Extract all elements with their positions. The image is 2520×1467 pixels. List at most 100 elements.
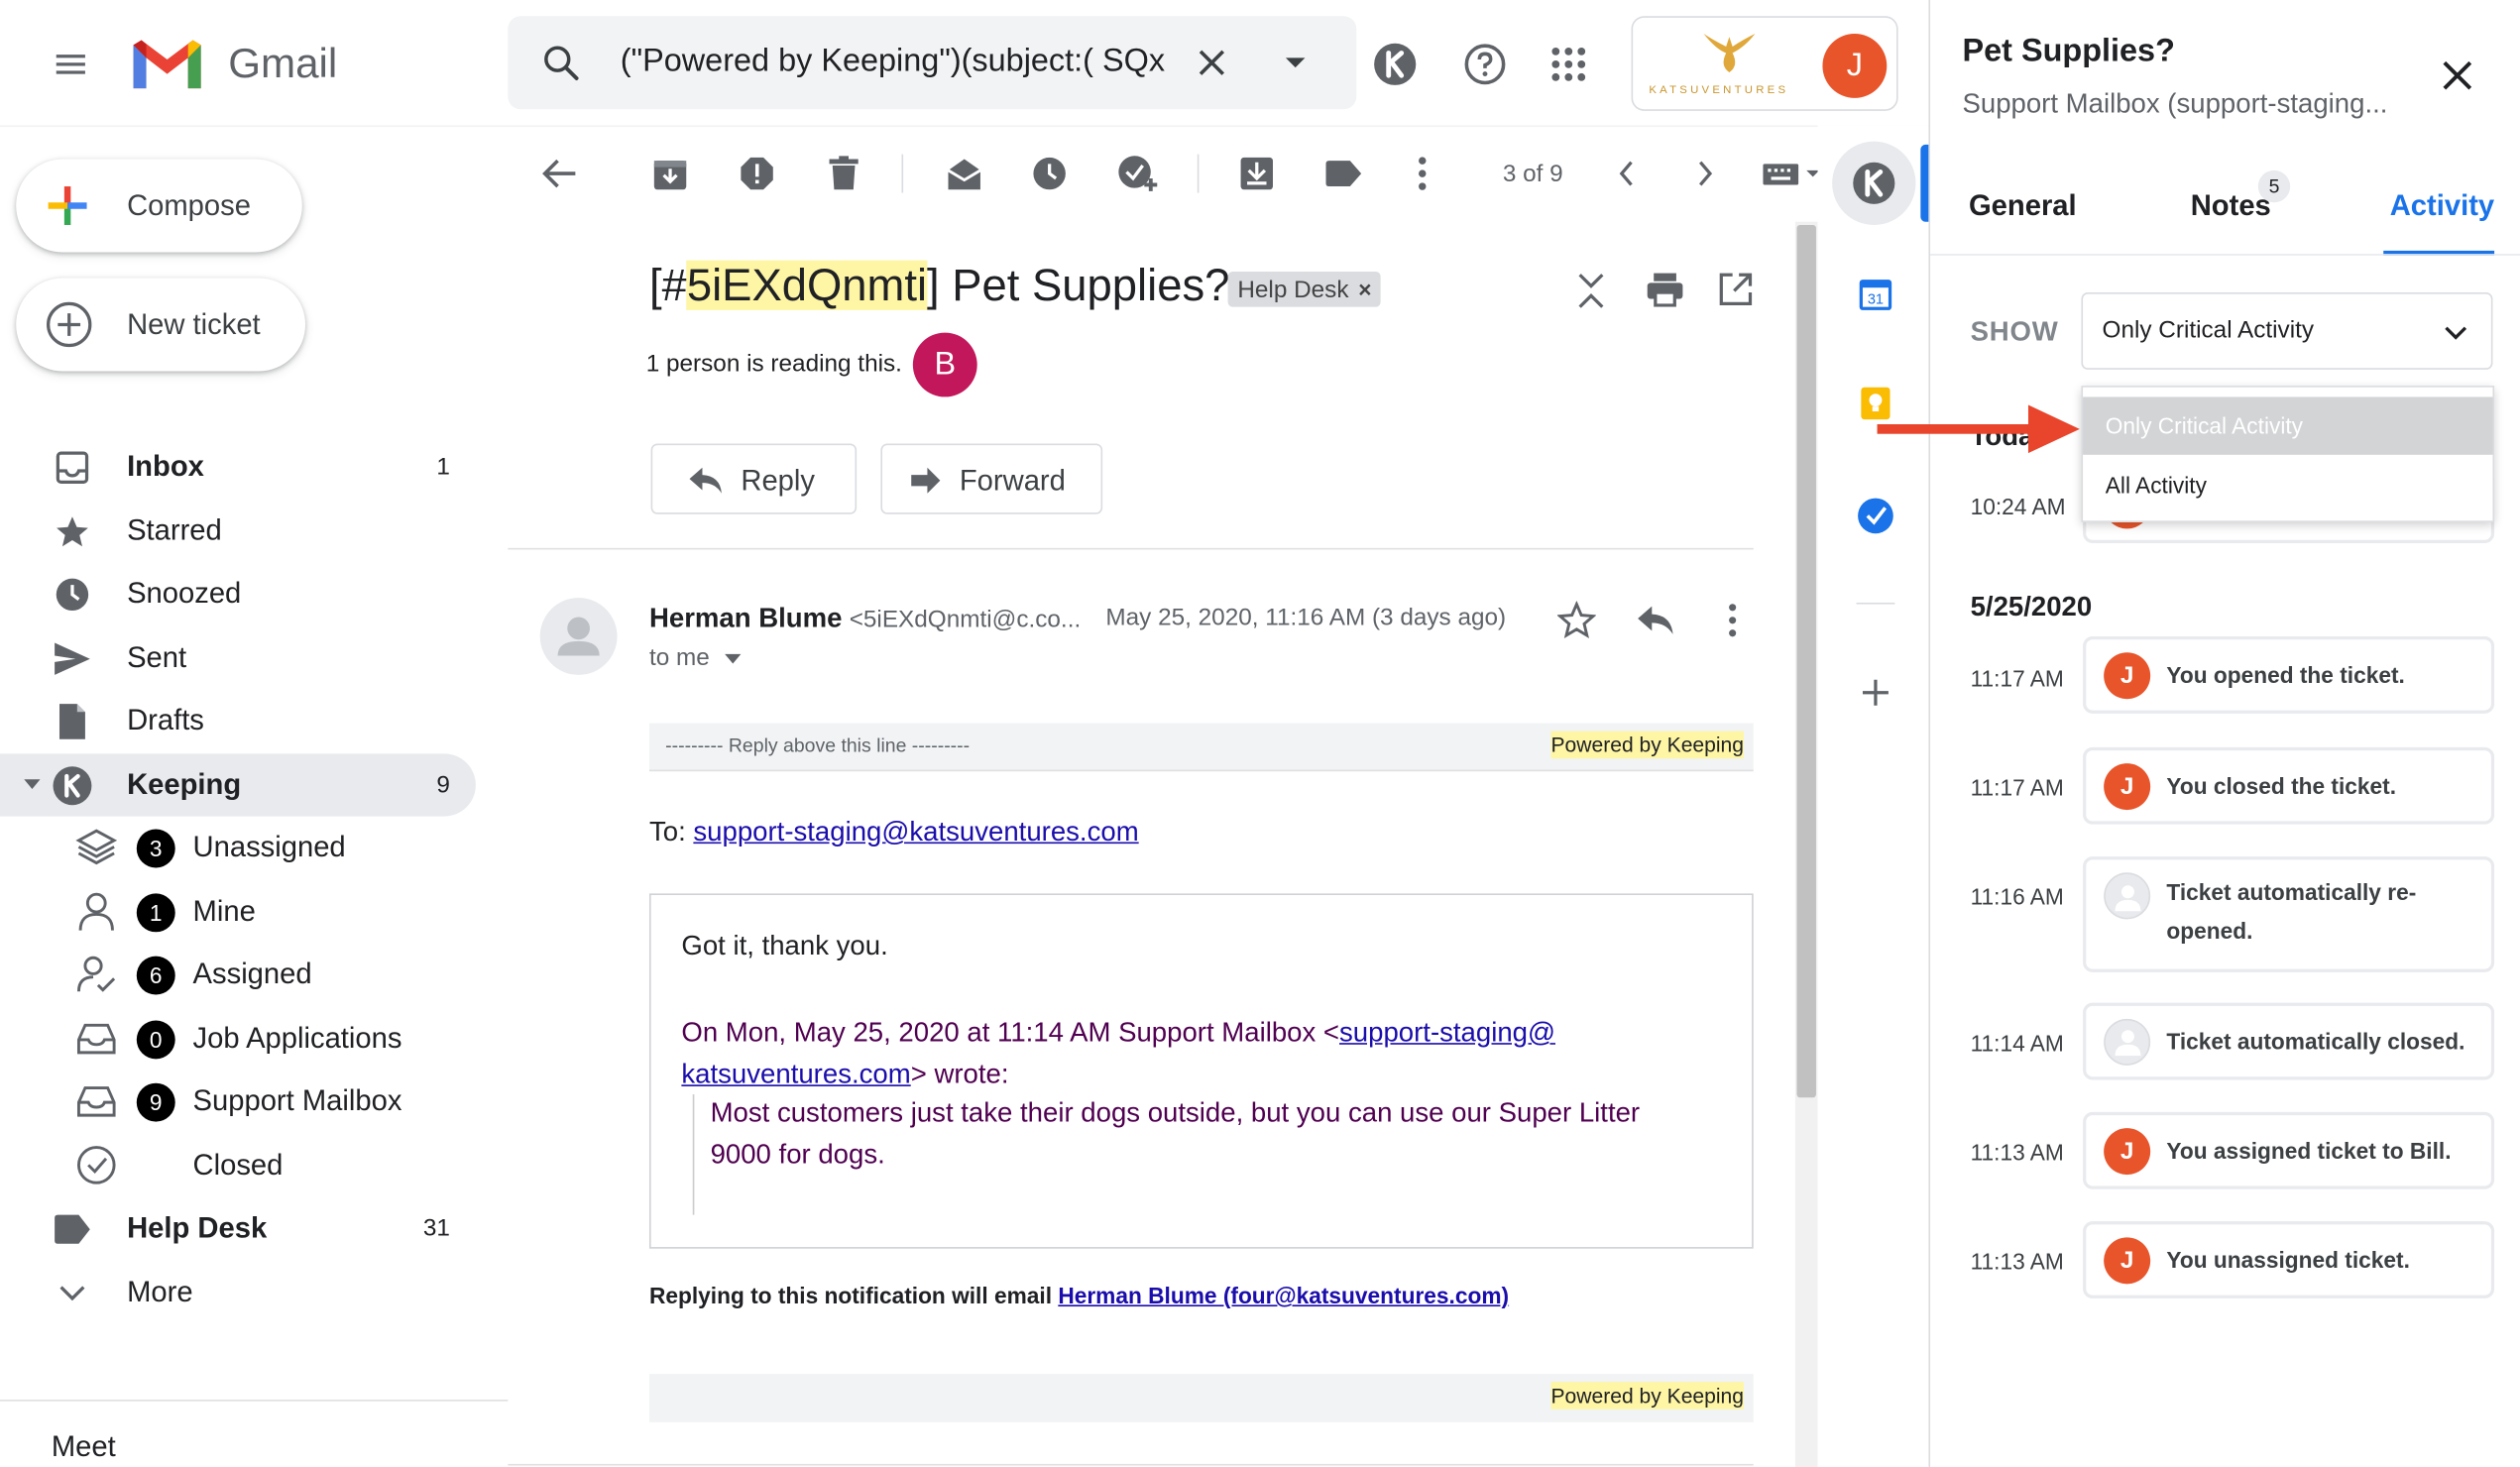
print-icon[interactable] (1646, 272, 1684, 307)
tab-notes[interactable]: Notes (2191, 189, 2271, 223)
activity-text: You closed the ticket. (2166, 772, 2397, 799)
assigned-badge: 6 (136, 955, 175, 994)
pagination-text: 3 of 9 (1502, 161, 1563, 188)
account-switcher[interactable]: KATSUVENTURES J (1631, 16, 1898, 111)
next-page-icon[interactable] (1679, 148, 1731, 199)
user-avatar[interactable]: J (1822, 34, 1888, 98)
sidebar-item-support-mailbox[interactable]: 9 Support Mailbox (0, 1071, 476, 1133)
forward-button[interactable]: Forward (880, 443, 1103, 514)
quote-email-link-a[interactable]: support-staging@ (1339, 1017, 1555, 1048)
reply-icon (689, 467, 722, 494)
search-icon[interactable] (540, 42, 582, 83)
toolbar-divider (1197, 154, 1200, 193)
apps-grid-icon[interactable] (1543, 39, 1594, 90)
tab-activity[interactable]: Activity (2390, 189, 2494, 223)
labels-icon[interactable] (1317, 148, 1369, 199)
keeping-extension-icon[interactable] (1369, 39, 1421, 90)
sidebar-item-inbox[interactable]: Inbox 1 (0, 435, 476, 498)
back-icon[interactable] (533, 148, 585, 199)
dropdown-option-all[interactable]: All Activity (2083, 456, 2492, 513)
reply-label: Reply (741, 464, 815, 497)
search-bar[interactable]: ("Powered by Keeping")(subject:( SQx (508, 16, 1357, 110)
sidebar-item-label: Unassigned (192, 831, 346, 863)
compose-plus-icon (45, 183, 89, 228)
bottom-powered-bar: Powered by Keeping (648, 1374, 1754, 1422)
reader-avatar[interactable]: B (912, 332, 977, 397)
reply-button[interactable]: Reply (650, 443, 858, 514)
app-title: Gmail (228, 38, 338, 87)
sidebar-item-label: Support Mailbox (192, 1084, 402, 1117)
clear-search-icon[interactable] (1193, 44, 1231, 82)
bottom-divider (508, 1463, 1754, 1466)
expand-arrow-icon[interactable] (23, 776, 42, 792)
help-icon[interactable] (1459, 39, 1511, 90)
archive-icon[interactable] (644, 148, 696, 199)
forward-icon (911, 467, 941, 494)
sidebar-item-snoozed[interactable]: Snoozed (0, 562, 476, 624)
collapse-all-icon[interactable] (1575, 270, 1607, 311)
keeping-addon-icon[interactable] (1832, 141, 1916, 225)
activity-text: Ticket automatically closed. (2166, 1028, 2465, 1055)
sender-name[interactable]: Herman Blume (649, 603, 843, 633)
sidebar-item-help-desk[interactable]: Help Desk 31 (0, 1197, 476, 1260)
scrollbar-track[interactable] (1794, 221, 1818, 1467)
calendar-icon[interactable]: 31 (1858, 277, 1893, 312)
remove-label-icon[interactable]: × (1358, 277, 1371, 302)
footer-note-text: Replying to this notification will email (648, 1282, 1059, 1308)
footer-email-link[interactable]: Herman Blume (four@katsuventures.com) (1058, 1283, 1509, 1308)
activity-card: Ticket automatically re-opened. (2083, 856, 2495, 972)
sender-line: Herman Blume <5iEXdQnmti@c.co... (649, 603, 1081, 634)
to-address-link[interactable]: support-staging@katsuventures.com (693, 817, 1138, 847)
delete-icon[interactable] (818, 148, 869, 199)
dropdown-option-label: All Activity (2105, 472, 2207, 499)
get-addons-icon[interactable] (1860, 677, 1891, 709)
tasks-icon[interactable] (1856, 497, 1894, 535)
close-panel-icon[interactable] (2440, 57, 2475, 93)
more-options-icon[interactable] (1397, 148, 1448, 199)
recipients-toggle[interactable]: to me (649, 644, 742, 672)
snooze-icon[interactable] (1024, 148, 1076, 199)
gmail-logo-icon[interactable] (129, 36, 206, 93)
star-message-icon[interactable] (1556, 601, 1596, 639)
input-tools-icon[interactable] (1755, 148, 1825, 199)
tab-general[interactable]: General (1969, 189, 2077, 223)
report-spam-icon[interactable] (732, 148, 783, 199)
sidebar-item-starred[interactable]: Starred (0, 500, 476, 562)
sidebar-item-drafts[interactable]: Drafts (0, 689, 476, 751)
scrollbar-thumb[interactable] (1796, 224, 1816, 1098)
reply-above-text: --------- Reply above this line --------… (665, 734, 971, 757)
message-more-icon[interactable] (1728, 603, 1738, 638)
sidebar-item-unassigned[interactable]: 3 Unassigned (0, 817, 476, 879)
mark-unread-icon[interactable] (939, 148, 990, 199)
panel-subtitle: Support Mailbox (support-staging... (1962, 88, 2388, 119)
search-options-icon[interactable] (1283, 52, 1309, 74)
main-menu-icon[interactable] (42, 36, 99, 93)
sidebar-item-label: More (127, 1276, 193, 1308)
sidebar-item-mine[interactable]: 1 Mine (0, 880, 476, 943)
inbox-count: 1 (436, 453, 450, 481)
brand-name: KATSUVENTURES (1649, 84, 1789, 97)
reply-message-icon[interactable] (1636, 605, 1674, 636)
sidebar-item-sent[interactable]: Sent (0, 626, 476, 689)
quote-email-link-b[interactable]: katsuventures.com (681, 1059, 910, 1089)
sidebar-item-assigned[interactable]: 6 Assigned (0, 944, 476, 1006)
prev-page-icon[interactable] (1601, 148, 1653, 199)
sidebar-item-closed[interactable]: Closed (0, 1135, 476, 1197)
star-icon (52, 510, 93, 552)
activity-time: 11:16 AM (1970, 883, 2064, 910)
keeping-logo-icon (52, 764, 93, 806)
compose-button[interactable]: Compose (16, 159, 302, 253)
add-task-icon[interactable] (1112, 148, 1164, 199)
show-filter-select[interactable]: Only Critical Activity (2081, 292, 2493, 370)
move-to-icon[interactable] (1231, 148, 1283, 199)
search-input[interactable]: ("Powered by Keeping")(subject:( SQx (621, 44, 1167, 80)
sidebar-item-job-applications[interactable]: 0 Job Applications (0, 1007, 476, 1070)
dropdown-option-critical[interactable]: Only Critical Activity (2083, 396, 2493, 455)
sidebar-item-keeping[interactable]: Keeping 9 (0, 753, 476, 816)
sidebar-item-more[interactable]: More (0, 1262, 476, 1324)
new-ticket-button[interactable]: New ticket (16, 278, 306, 372)
add-circle-icon (45, 300, 93, 349)
activity-time: 11:17 AM (1970, 665, 2064, 692)
date-heading: 5/25/2020 (1970, 591, 2093, 622)
open-new-window-icon[interactable] (1718, 272, 1754, 307)
